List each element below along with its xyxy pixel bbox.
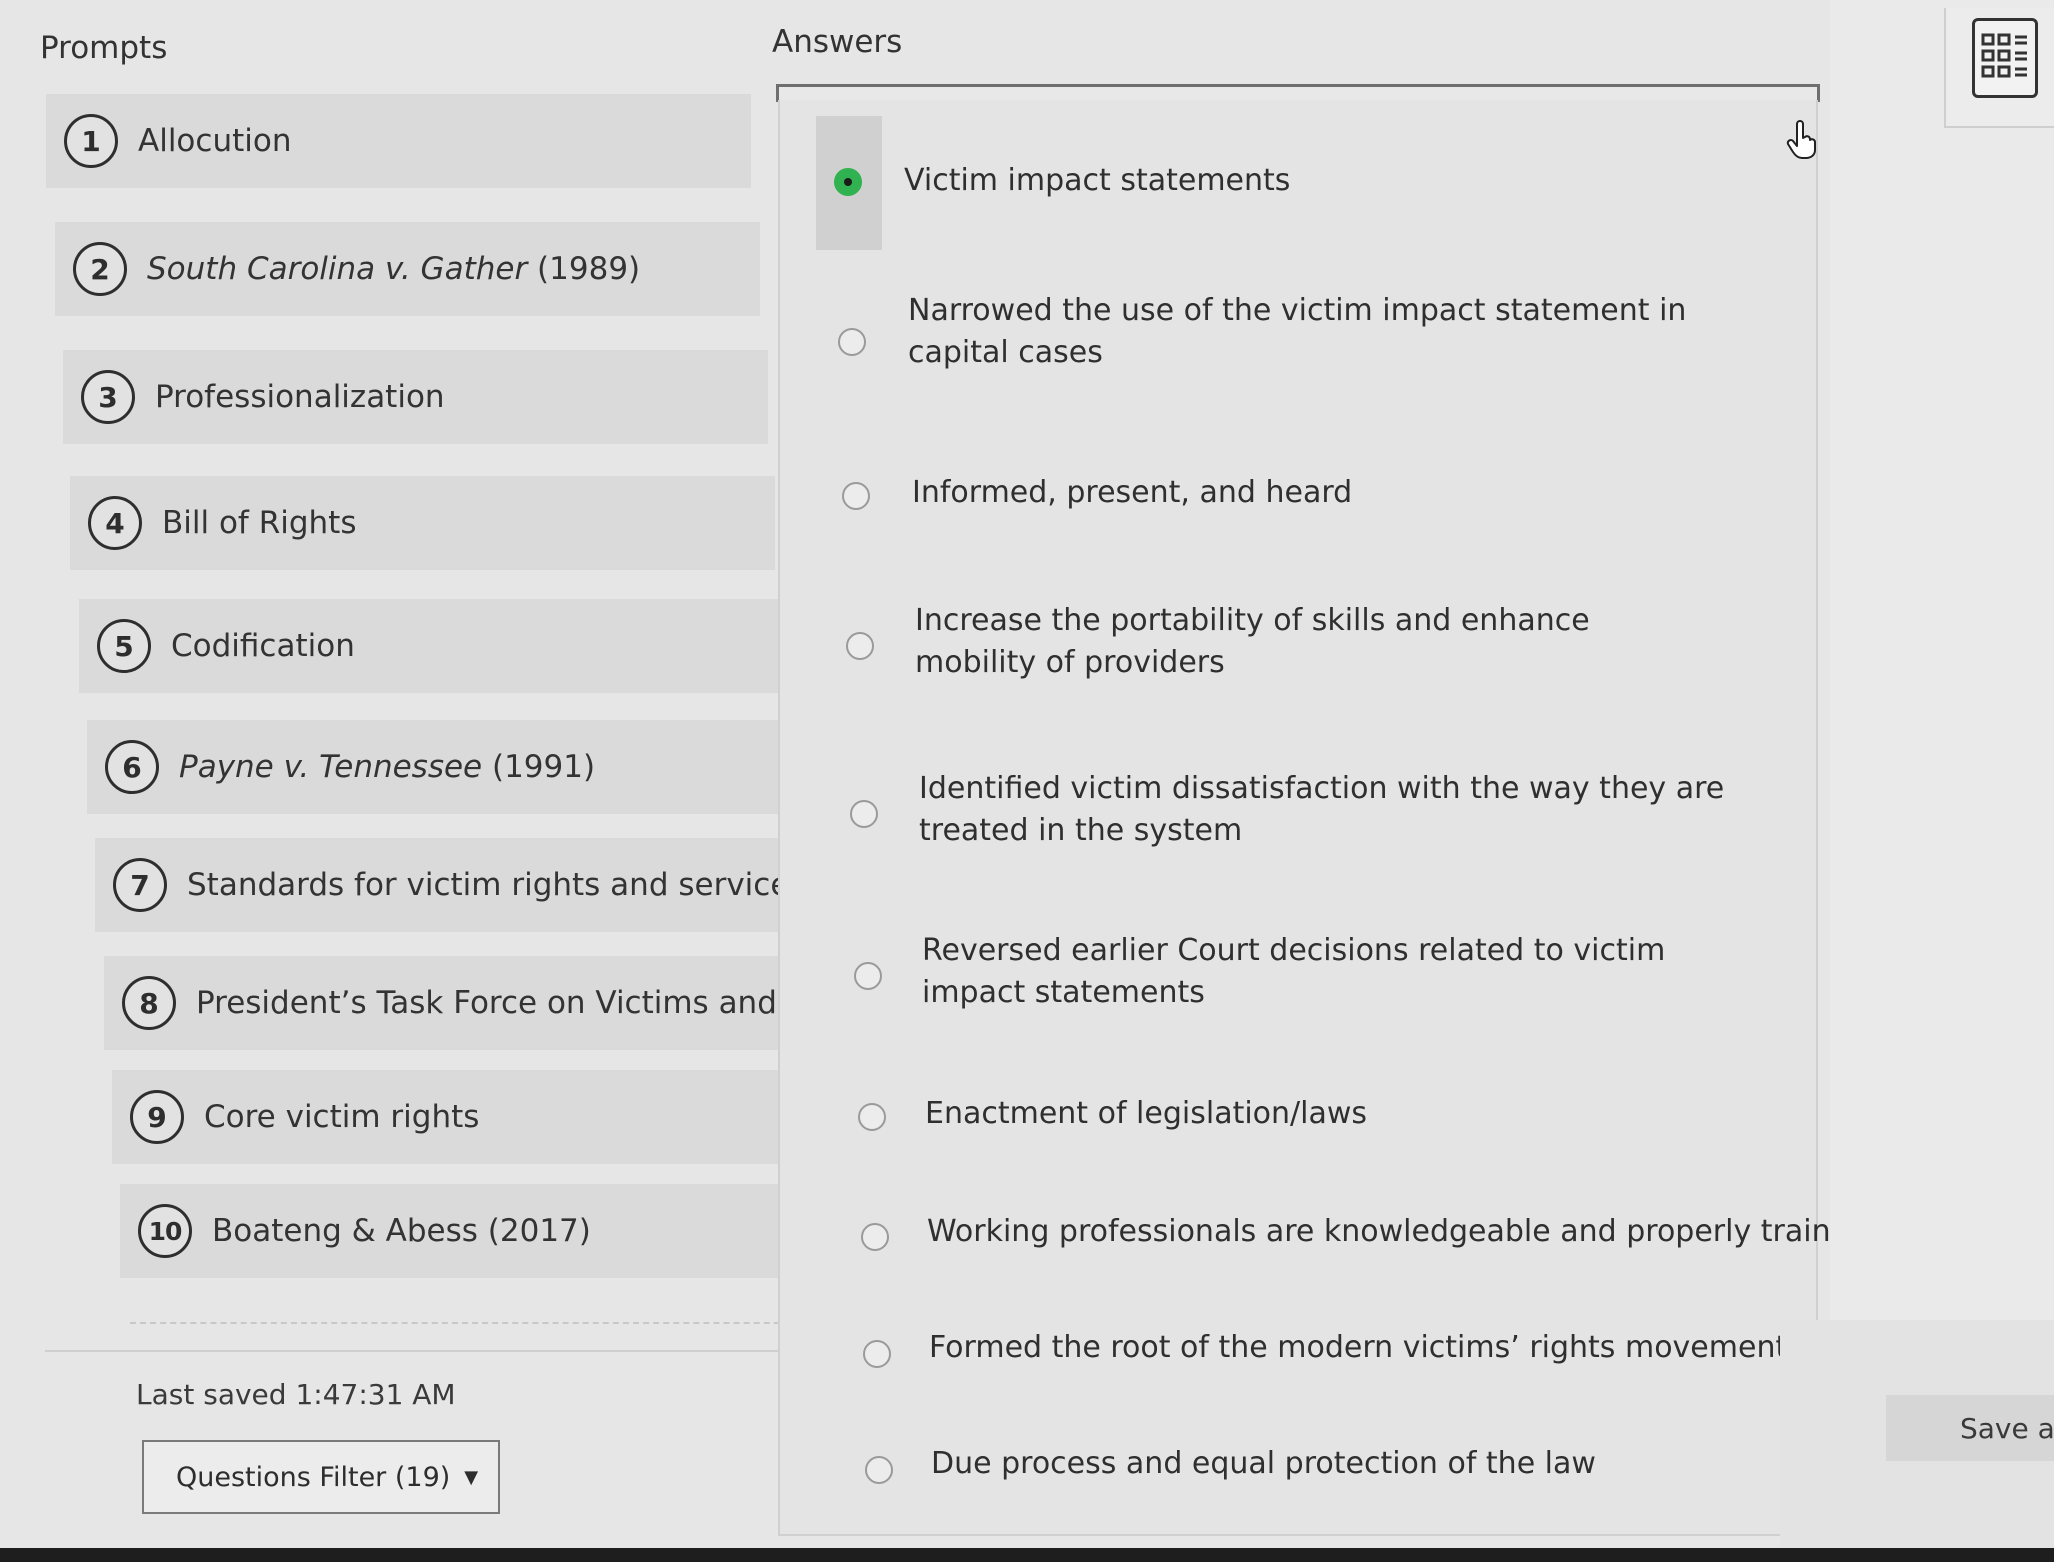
prompt-label: Codification <box>171 628 355 664</box>
answer-radio-1[interactable] <box>834 168 862 196</box>
answer-text-6[interactable]: Reversed earlier Court decisions related… <box>922 930 1682 1014</box>
caret-down-icon: ▼ <box>464 1466 479 1488</box>
calculator-icon[interactable] <box>1972 18 2038 98</box>
prompt-item-9[interactable]: 9 Core victim rights <box>112 1070 817 1164</box>
prompt-number-badge: 9 <box>130 1090 184 1144</box>
prompt-number-badge: 10 <box>138 1204 192 1258</box>
prompt-label: Professionalization <box>155 379 445 415</box>
prompts-heading: Prompts <box>40 30 168 66</box>
prompt-label: South Carolina v. Gather (1989) <box>147 251 641 287</box>
answer-radio-7[interactable] <box>858 1103 886 1131</box>
screen-bottom-edge <box>0 1548 2054 1562</box>
answer-text-10[interactable]: Due process and equal protection of the … <box>931 1443 1596 1485</box>
prompt-label: Core victim rights <box>204 1099 480 1135</box>
answer-radio-10[interactable] <box>865 1456 893 1484</box>
questions-filter-label: Questions Filter (19) <box>176 1461 451 1493</box>
prompt-item-5[interactable]: 5 Codification <box>79 599 784 693</box>
answer-radio-9[interactable] <box>863 1340 891 1368</box>
prompt-number-badge: 4 <box>88 496 142 550</box>
prompt-number-badge: 7 <box>113 858 167 912</box>
answer-text-1[interactable]: Victim impact statements <box>904 160 1290 202</box>
prompt-number-badge: 3 <box>81 370 135 424</box>
last-saved-status: Last saved 1:47:31 AM <box>136 1378 456 1411</box>
prompt-item-4[interactable]: 4 Bill of Rights <box>70 476 775 570</box>
prompt-label: Payne v. Tennessee (1991) <box>179 749 596 785</box>
prompt-label: President’s Task Force on Victims and Cr… <box>196 985 880 1021</box>
prompt-item-10[interactable]: 10 Boateng & Abess (2017) <box>120 1184 825 1278</box>
prompt-number-badge: 5 <box>97 619 151 673</box>
prompt-label: Allocution <box>138 123 292 159</box>
save-button[interactable]: Save an <box>1886 1395 2054 1461</box>
answer-text-7[interactable]: Enactment of legislation/laws <box>925 1093 1367 1135</box>
answer-radio-5[interactable] <box>850 800 878 828</box>
prompt-number-badge: 8 <box>122 976 176 1030</box>
prompt-label: Bill of Rights <box>162 505 357 541</box>
prompt-item-2[interactable]: 2 South Carolina v. Gather (1989) <box>55 222 760 316</box>
answer-radio-8[interactable] <box>861 1223 889 1251</box>
prompt-item-8[interactable]: 8 President’s Task Force on Victims and … <box>104 956 879 1050</box>
prompt-number-badge: 6 <box>105 740 159 794</box>
answer-radio-6[interactable] <box>854 962 882 990</box>
prompt-label: Standards for victim rights and services <box>187 867 806 903</box>
hand-pointer-icon <box>1786 120 1820 164</box>
prompt-number-badge: 1 <box>64 114 118 168</box>
footer-separator <box>45 1350 815 1352</box>
answer-text-8[interactable]: Working professionals are knowledgeable … <box>927 1211 1868 1253</box>
right-panel <box>1830 0 2054 1320</box>
answer-text-5[interactable]: Identified victim dissatisfaction with t… <box>919 768 1749 852</box>
answer-text-3[interactable]: Informed, present, and heard <box>912 472 1352 514</box>
prompt-item-1[interactable]: 1 Allocution <box>46 94 751 188</box>
questions-filter-button[interactable]: Questions Filter (19) ▼ <box>142 1440 500 1514</box>
prompts-panel: Prompts 1 Allocution 2 South Carolina v.… <box>0 0 879 1562</box>
answer-text-9[interactable]: Formed the root of the modern victims’ r… <box>929 1327 1787 1369</box>
prompts-divider <box>130 1322 810 1324</box>
answer-radio-4[interactable] <box>846 632 874 660</box>
prompt-item-6[interactable]: 6 Payne v. Tennessee (1991) <box>87 720 792 814</box>
prompt-item-7[interactable]: 7 Standards for victim rights and servic… <box>95 838 806 932</box>
app-stage: Prompts 1 Allocution 2 South Carolina v.… <box>0 0 2054 1562</box>
prompt-label: Boateng & Abess (2017) <box>212 1213 591 1249</box>
prompt-number-badge: 2 <box>73 242 127 296</box>
answer-text-2[interactable]: Narrowed the use of the victim impact st… <box>908 290 1788 374</box>
answer-radio-2[interactable] <box>838 328 866 356</box>
answer-text-4[interactable]: Increase the portability of skills and e… <box>915 600 1675 684</box>
answers-heading: Answers <box>772 24 903 60</box>
answer-radio-3[interactable] <box>842 482 870 510</box>
prompt-item-3[interactable]: 3 Professionalization <box>63 350 768 444</box>
